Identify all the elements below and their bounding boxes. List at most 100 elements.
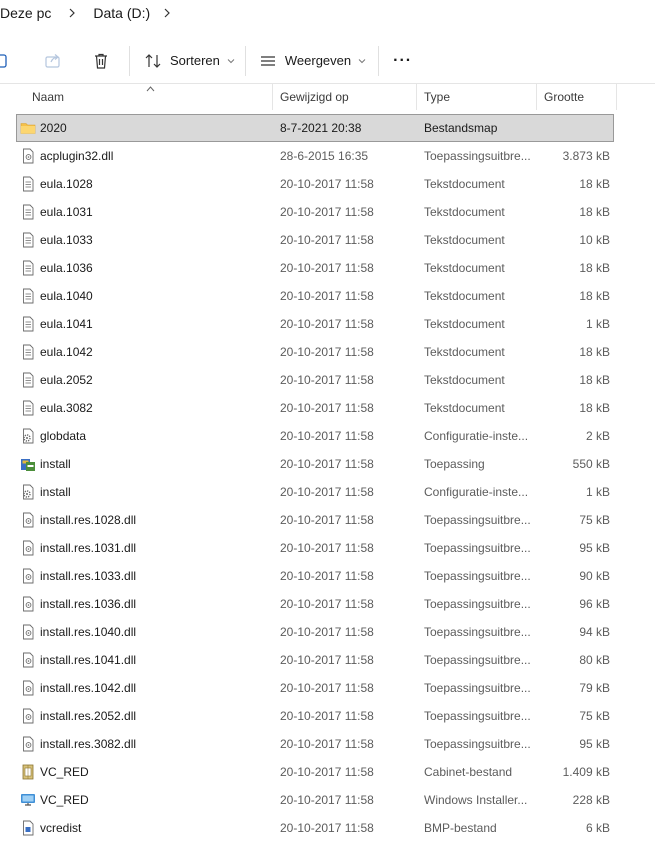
- file-type: Toepassingsuitbre...: [424, 653, 531, 667]
- file-name: install.res.1041.dll: [40, 653, 137, 667]
- chevron-down-icon: [358, 58, 366, 63]
- folder-icon: [18, 114, 38, 142]
- file-row[interactable]: install.res.1028.dll 20-10-2017 11:58 Toep…: [0, 506, 655, 534]
- text-file-icon: [18, 170, 38, 198]
- file-row[interactable]: eula.2052 20-10-2017 11:58 Tekstdocument 18…: [0, 366, 655, 394]
- file-size: 94 kB: [579, 625, 610, 639]
- file-type: Cabinet-bestand: [424, 765, 513, 779]
- file-row[interactable]: eula.1028 20-10-2017 11:58 Tekstdocument 18…: [0, 170, 655, 198]
- file-row[interactable]: eula.1033 20-10-2017 11:58 Tekstdocument 10…: [0, 226, 655, 254]
- delete-icon[interactable]: [86, 45, 116, 77]
- file-row[interactable]: eula.1036 20-10-2017 11:58 Tekstdocument 18…: [0, 254, 655, 282]
- file-row[interactable]: install.res.1041.dll 20-10-2017 11:58 Toep…: [0, 646, 655, 674]
- file-row[interactable]: install.res.1033.dll 20-10-2017 11:58 Toep…: [0, 562, 655, 590]
- text-file-icon: [18, 310, 38, 338]
- file-name: eula.3082: [40, 401, 93, 415]
- file-modified: 20-10-2017 11:58: [280, 401, 374, 415]
- file-row[interactable]: install 20-10-2017 11:58 Toepassing 550 kB: [0, 450, 655, 478]
- cabinet-file-icon: [18, 758, 38, 786]
- file-row[interactable]: install.res.1042.dll 20-10-2017 11:58 Toep…: [0, 674, 655, 702]
- dll-file-icon: [18, 618, 38, 646]
- file-row[interactable]: VC_RED 20-10-2017 11:58 Windows Installer.…: [0, 786, 655, 814]
- file-row[interactable]: eula.3082 20-10-2017 11:58 Tekstdocument 18…: [0, 394, 655, 422]
- file-size: 75 kB: [579, 709, 610, 723]
- view-label: Weergeven: [284, 53, 352, 68]
- text-file-icon: [18, 282, 38, 310]
- file-row[interactable]: install.res.2052.dll 20-10-2017 11:58 Toep…: [0, 702, 655, 730]
- file-size: 6 kB: [585, 821, 610, 835]
- file-name: VC_RED: [40, 793, 89, 807]
- file-modified: 20-10-2017 11:58: [280, 737, 374, 751]
- file-row[interactable]: eula.1042 20-10-2017 11:58 Tekstdocument 18…: [0, 338, 655, 366]
- file-modified: 20-10-2017 11:58: [280, 429, 374, 443]
- file-name: install.res.3082.dll: [40, 737, 137, 751]
- msi-file-icon: [18, 786, 38, 814]
- file-modified: 20-10-2017 11:58: [280, 373, 374, 387]
- file-row[interactable]: install 20-10-2017 11:58 Configuratie-inst…: [0, 478, 655, 506]
- chevron-right-icon[interactable]: [154, 8, 180, 18]
- file-name: install.res.1028.dll: [40, 513, 137, 527]
- more-options-button[interactable]: ···: [393, 45, 412, 77]
- file-row[interactable]: vcredist 20-10-2017 11:58 BMP-bestand 6 kB: [0, 814, 655, 842]
- config-file-icon: [18, 422, 38, 450]
- sort-button[interactable]: Sorteren: [144, 45, 235, 77]
- file-row[interactable]: acplugin32.dll 28-6-2015 16:35 Toepassings…: [0, 142, 655, 170]
- column-header: Naam Gewijzigd op Type Grootte: [0, 84, 655, 110]
- file-size: 79 kB: [579, 681, 610, 695]
- view-button[interactable]: Weergeven: [259, 45, 366, 77]
- file-size: 18 kB: [579, 205, 610, 219]
- file-name: eula.1036: [40, 261, 93, 275]
- file-modified: 20-10-2017 11:58: [280, 345, 374, 359]
- copy-icon[interactable]: [0, 45, 12, 77]
- breadcrumb-item-data-d[interactable]: Data (D:): [93, 5, 150, 21]
- file-type: Tekstdocument: [424, 317, 505, 331]
- file-row[interactable]: eula.1040 20-10-2017 11:58 Tekstdocument 18…: [0, 282, 655, 310]
- file-row[interactable]: install.res.1040.dll 20-10-2017 11:58 Toep…: [0, 618, 655, 646]
- file-modified: 20-10-2017 11:58: [280, 485, 374, 499]
- share-icon[interactable]: [38, 45, 68, 77]
- file-row[interactable]: 2020 8-7-2021 20:38 Bestandsmap: [16, 114, 614, 142]
- text-file-icon: [18, 394, 38, 422]
- file-row[interactable]: install.res.3082.dll 20-10-2017 11:58 Toep…: [0, 730, 655, 758]
- file-type: Toepassingsuitbre...: [424, 625, 531, 639]
- column-header-type[interactable]: Type: [417, 84, 537, 110]
- file-modified: 20-10-2017 11:58: [280, 597, 374, 611]
- file-row[interactable]: globdata 20-10-2017 11:58 Configuratie-ins…: [0, 422, 655, 450]
- file-size: 18 kB: [579, 401, 610, 415]
- file-size: 18 kB: [579, 289, 610, 303]
- file-row[interactable]: VC_RED 20-10-2017 11:58 Cabinet-bestand 1.4…: [0, 758, 655, 786]
- file-row[interactable]: eula.1041 20-10-2017 11:58 Tekstdocument 1 …: [0, 310, 655, 338]
- file-size: 96 kB: [579, 597, 610, 611]
- dll-file-icon: [18, 646, 38, 674]
- file-size: 550 kB: [572, 457, 610, 471]
- file-type: Tekstdocument: [424, 205, 505, 219]
- file-size: 95 kB: [579, 737, 610, 751]
- file-size: 75 kB: [579, 513, 610, 527]
- file-type: Toepassingsuitbre...: [424, 513, 531, 527]
- installer-app-icon: [18, 450, 38, 478]
- file-modified: 20-10-2017 11:58: [280, 205, 374, 219]
- file-type: BMP-bestand: [424, 821, 497, 835]
- file-row[interactable]: install.res.1036.dll 20-10-2017 11:58 Toep…: [0, 590, 655, 618]
- file-name: globdata: [40, 429, 87, 443]
- dll-file-icon: [18, 506, 38, 534]
- column-header-type-label: Type: [424, 90, 451, 104]
- column-header-size[interactable]: Grootte: [537, 84, 617, 110]
- file-row[interactable]: eula.1031 20-10-2017 11:58 Tekstdocument 18…: [0, 198, 655, 226]
- file-modified: 20-10-2017 11:58: [280, 289, 374, 303]
- file-size: 3.873 kB: [562, 149, 610, 163]
- breadcrumb-item-deze-pc[interactable]: Deze pc: [0, 5, 51, 21]
- sort-icon: [145, 53, 161, 68]
- column-header-modified-label: Gewijzigd op: [280, 90, 349, 104]
- file-modified: 20-10-2017 11:58: [280, 513, 374, 527]
- file-row[interactable]: install.res.1031.dll 20-10-2017 11:58 Toep…: [0, 534, 655, 562]
- text-file-icon: [18, 226, 38, 254]
- file-modified: 20-10-2017 11:58: [280, 261, 374, 275]
- file-type: Toepassingsuitbre...: [424, 541, 531, 555]
- file-size: 1 kB: [585, 485, 610, 499]
- column-header-name-label: Naam: [32, 90, 65, 104]
- chevron-right-icon[interactable]: [59, 8, 85, 18]
- column-header-modified[interactable]: Gewijzigd op: [273, 84, 417, 110]
- column-header-name[interactable]: Naam: [0, 84, 273, 110]
- toolbar-divider: [129, 45, 130, 76]
